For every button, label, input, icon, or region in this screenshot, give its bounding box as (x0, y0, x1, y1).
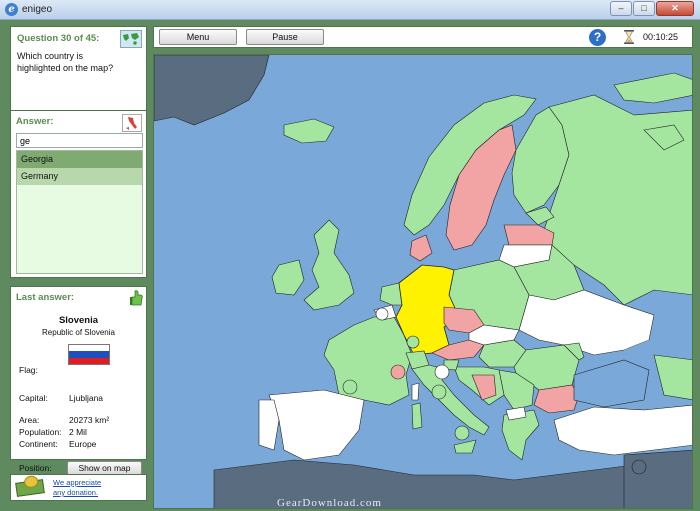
marker-liechtenstein (406, 335, 420, 349)
marker-monaco (390, 364, 406, 380)
continent-row: Continent: Europe (19, 439, 96, 449)
population-value: 2 Mil (69, 427, 87, 437)
hourglass-icon (624, 30, 634, 44)
question-text-line-2: highlighted on the map? (17, 63, 114, 73)
last-country-official-name: Republic of Slovenia (42, 328, 115, 337)
population-row: Population: 2 Mil (19, 427, 87, 437)
marker-luxembourg (375, 307, 389, 321)
watermark: GearDownload.com (277, 497, 382, 509)
marker-andorra (342, 379, 358, 395)
donation-line-1[interactable]: We appreciate (53, 478, 101, 488)
country-france (323, 316, 413, 406)
country-portugal (258, 399, 280, 451)
list-item[interactable]: Germany (17, 168, 142, 185)
window-title: enigeo (22, 4, 53, 15)
money-icon (15, 479, 45, 497)
donation-panel[interactable]: We appreciate any donation. (10, 474, 147, 501)
marker-cyprus (631, 459, 647, 475)
list-item[interactable]: Georgia (17, 151, 142, 168)
app-logo-icon: e (5, 3, 18, 16)
capital-label: Capital: (19, 393, 48, 403)
country-spain (268, 389, 365, 461)
country-netherlands (379, 282, 403, 306)
last-country-name: Slovenia (58, 315, 99, 326)
title-bar: e enigeo – □ ✕ (0, 0, 700, 20)
capital-value: Ljubljana (69, 393, 104, 403)
flag-label: Flag: (19, 365, 38, 375)
area-value: 20273 km² (69, 415, 110, 425)
world-map-icon (121, 31, 141, 47)
island-sardinia (411, 402, 423, 430)
europe-map[interactable]: GearDownload.com (153, 54, 693, 509)
area-row: Area: 20273 km² (19, 415, 109, 425)
map-canvas[interactable] (154, 55, 693, 509)
question-text: Which country is highlighted on the map? (17, 50, 140, 74)
pause-button[interactable]: Pause (246, 29, 324, 45)
country-denmark (409, 234, 433, 262)
country-ireland (271, 259, 305, 296)
donation-line-2[interactable]: any donation. (53, 488, 101, 498)
marker-malta (454, 425, 470, 441)
question-text-line-1: Which country is (17, 51, 84, 61)
country-flag (68, 344, 110, 365)
position-label: Position: (19, 463, 52, 473)
maximize-button[interactable]: □ (633, 1, 655, 16)
donation-link[interactable]: We appreciate any donation. (53, 478, 101, 498)
greenland-region (154, 55, 270, 126)
island-corsica (411, 382, 420, 401)
last-answer-header: Last answer: (16, 292, 75, 303)
arctic-island (613, 72, 692, 104)
marker-vatican (431, 384, 447, 400)
elapsed-timer: 00:10:25 (643, 32, 679, 42)
answer-suggestion-list[interactable]: Georgia Germany (16, 150, 143, 274)
continent-label: Continent: (19, 439, 58, 449)
menu-button[interactable]: Menu (159, 29, 237, 45)
show-on-map-button[interactable]: Show on map (67, 461, 142, 475)
italy-map-icon (123, 115, 141, 131)
middle-east-region (623, 449, 692, 508)
black-sea (573, 359, 650, 408)
island-sicily (453, 439, 477, 454)
flag-row: Flag: (19, 365, 38, 375)
answer-panel: Answer: Georgia Germany (10, 110, 147, 278)
answer-input[interactable] (16, 133, 143, 148)
world-map-button[interactable] (120, 30, 142, 48)
capital-row: Capital: Ljubljana (19, 393, 103, 403)
app-frame: Question 30 of 45: Which country is high… (0, 20, 700, 511)
minimize-button[interactable]: – (610, 1, 632, 16)
close-button[interactable]: ✕ (656, 1, 694, 16)
continent-value: Europe (69, 439, 97, 449)
country-iceland (283, 118, 335, 144)
marker-san-marino (434, 364, 450, 380)
country-turkey (553, 404, 692, 456)
flag-quiz-button[interactable] (122, 114, 142, 132)
last-answer-panel: Last answer: Slovenia Republic of Sloven… (10, 286, 147, 475)
help-icon[interactable]: ? (589, 29, 606, 46)
question-panel: Question 30 of 45: Which country is high… (10, 26, 147, 118)
position-row: Position: (19, 463, 52, 473)
area-label: Area: (19, 415, 40, 425)
country-uk (303, 219, 355, 311)
toolbar: Menu Pause ? 00:10:25 (153, 26, 693, 48)
population-label: Population: (19, 427, 62, 437)
thumbs-up-icon (130, 290, 143, 306)
